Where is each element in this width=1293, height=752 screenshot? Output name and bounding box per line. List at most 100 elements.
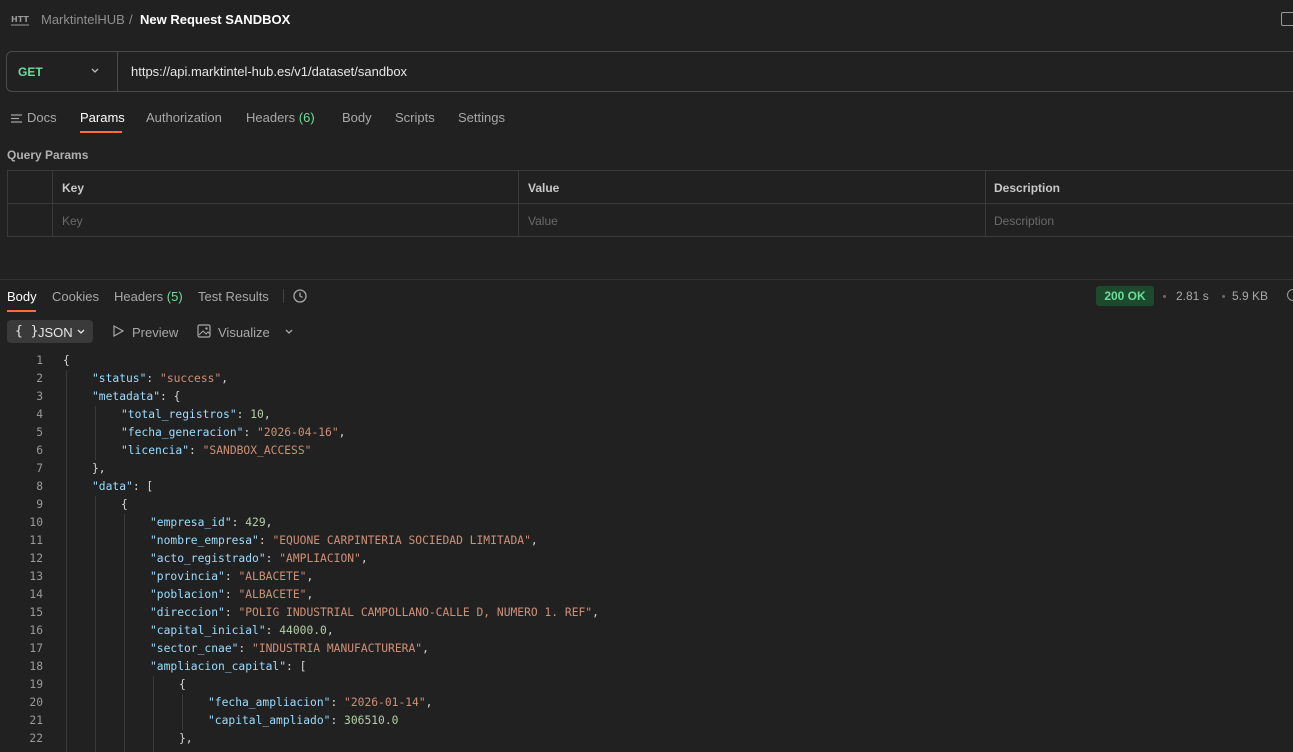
code-line[interactable]: 12 "acto_registrado": "AMPLIACION", <box>0 550 1293 568</box>
format-label[interactable]: JSON <box>38 325 73 340</box>
response-tab-cookies[interactable]: Cookies <box>52 289 99 304</box>
line-number: 14 <box>29 588 43 601</box>
line-number: 16 <box>29 624 43 637</box>
code-content: "data": [ <box>92 478 153 496</box>
code-content: "ampliacion_capital": [ <box>150 658 306 676</box>
breadcrumb-workspace[interactable]: MarktintelHUB <box>41 12 125 27</box>
tab-scripts[interactable]: Scripts <box>395 110 435 125</box>
column-header-description: Description <box>994 181 1061 195</box>
docs-icon[interactable] <box>11 114 22 123</box>
tab-params[interactable]: Params <box>80 110 125 125</box>
code-line[interactable]: 14 "poblacion": "ALBACETE", <box>0 586 1293 604</box>
chevron-down-icon[interactable] <box>76 327 86 337</box>
visualize-button[interactable]: Visualize <box>218 325 270 340</box>
json-string: "success" <box>160 372 222 385</box>
json-key: "total_registros" <box>121 408 237 421</box>
preview-button[interactable]: Preview <box>132 325 178 340</box>
code-line[interactable]: 13 "provincia": "ALBACETE", <box>0 568 1293 586</box>
tab-docs[interactable]: Docs <box>27 110 57 125</box>
code-content: "provincia": "ALBACETE", <box>150 568 313 586</box>
param-value-input[interactable]: Value <box>528 214 558 228</box>
json-punctuation: : <box>146 372 161 385</box>
response-body-editor[interactable]: 1{2 "status": "success", 3 "metadata": {4 "t… <box>0 352 1293 748</box>
code-line[interactable]: 4 "total_registros": 10, <box>0 406 1293 424</box>
tab-divider <box>283 289 284 303</box>
history-icon[interactable] <box>292 288 308 304</box>
code-line[interactable]: 5 "fecha_generacion": "2026-04-16", <box>0 424 1293 442</box>
response-tab-test-results[interactable]: Test Results <box>198 289 269 304</box>
json-punctuation: : <box>224 588 239 601</box>
chevron-down-icon[interactable] <box>90 66 100 76</box>
code-line[interactable]: 7}, <box>0 460 1293 478</box>
code-line[interactable]: 6 "licencia": "SANDBOX_ACCESS" <box>0 442 1293 460</box>
json-string: "EQUONE CARPINTERIA SOCIEDAD LIMITADA" <box>272 534 531 547</box>
json-punctuation: , <box>221 372 229 385</box>
line-number: 9 <box>36 498 43 511</box>
response-tab-body[interactable]: Body <box>7 289 37 304</box>
response-tab-headers[interactable]: Headers (5) <box>114 289 183 304</box>
image-icon[interactable] <box>197 324 211 338</box>
tab-headers-label: Headers <box>246 110 296 125</box>
code-line[interactable]: 15 "direccion": "POLIG INDUSTRIAL CAMPOLL… <box>0 604 1293 622</box>
method-select[interactable]: GET <box>18 65 43 79</box>
json-key: "provincia" <box>150 570 225 583</box>
json-punctuation: { <box>179 678 186 691</box>
code-line[interactable]: 16 "capital_inicial": 44000.0, <box>0 622 1293 640</box>
response-divider[interactable] <box>0 279 1293 280</box>
json-punctuation: : <box>265 624 280 637</box>
response-size[interactable]: 5.9 KB <box>1232 289 1268 303</box>
code-line[interactable]: 1{ <box>0 352 1293 370</box>
code-line[interactable]: 18 "ampliacion_capital": [ <box>0 658 1293 676</box>
json-key: "acto_registrado" <box>150 552 266 565</box>
code-line[interactable]: 17 "sector_cnae": "INDUSTRIA MANUFACTURER… <box>0 640 1293 658</box>
json-punctuation: , <box>338 426 346 439</box>
json-punctuation: , <box>263 408 271 421</box>
code-line[interactable]: 21 "capital_ampliado": 306510.0 <box>0 712 1293 730</box>
code-content: "capital_ampliado": 306510.0 <box>208 712 398 730</box>
code-line[interactable]: 3 "metadata": { <box>0 388 1293 406</box>
code-line[interactable]: 2 "status": "success", <box>0 370 1293 388</box>
code-line[interactable]: 8 "data": [ <box>0 478 1293 496</box>
json-key: "direccion" <box>150 606 225 619</box>
active-response-tab-indicator <box>7 310 36 312</box>
code-line[interactable]: 10 "empresa_id": 429, <box>0 514 1293 532</box>
code-line[interactable]: 11 "nombre_empresa": "EQUONE CARPINTERIA … <box>0 532 1293 550</box>
query-params-label: Query Params <box>7 148 89 162</box>
chevron-down-icon[interactable] <box>284 327 294 337</box>
code-content: "status": "success", <box>92 370 228 388</box>
save-icon[interactable] <box>1281 12 1293 26</box>
json-punctuation: , <box>425 696 433 709</box>
param-description-input[interactable]: Description <box>994 214 1054 228</box>
params-row-divider <box>8 203 1293 204</box>
tab-authorization[interactable]: Authorization <box>146 110 222 125</box>
json-key: "fecha_generacion" <box>121 426 244 439</box>
params-col-divider <box>52 171 53 236</box>
tab-headers[interactable]: Headers (6) <box>246 110 315 125</box>
network-icon[interactable] <box>1287 289 1293 301</box>
tab-body[interactable]: Body <box>342 110 372 125</box>
json-punctuation: : <box>258 534 273 547</box>
status-badge[interactable]: 200 OK <box>1096 286 1154 306</box>
json-key: "poblacion" <box>150 588 225 601</box>
code-content: "metadata": { <box>92 388 180 406</box>
json-punctuation: : <box>265 552 280 565</box>
json-punctuation: : <box>330 714 345 727</box>
param-key-input[interactable]: Key <box>62 214 83 228</box>
code-line[interactable]: 22}, <box>0 730 1293 748</box>
json-punctuation: : <box>189 444 203 457</box>
code-line[interactable]: 9{ <box>0 496 1293 514</box>
request-title[interactable]: New Request SANDBOX <box>140 12 290 27</box>
meta-separator <box>1163 295 1166 298</box>
json-key: "capital_ampliado" <box>208 714 331 727</box>
code-line[interactable]: 20 "fecha_ampliacion": "2026-01-14", <box>0 694 1293 712</box>
code-line[interactable]: 19 { <box>0 676 1293 694</box>
line-number: 6 <box>36 444 43 457</box>
url-input[interactable]: https://api.marktintel-hub.es/v1/dataset… <box>131 64 407 79</box>
params-col-divider <box>518 171 519 236</box>
request-header: HTTP MarktintelHUB / New Request SANDBOX <box>0 0 1293 40</box>
line-number: 22 <box>29 732 43 745</box>
play-icon[interactable] <box>112 325 124 337</box>
line-number: 3 <box>36 390 43 403</box>
tab-settings[interactable]: Settings <box>458 110 505 125</box>
response-time[interactable]: 2.81 s <box>1176 289 1209 303</box>
